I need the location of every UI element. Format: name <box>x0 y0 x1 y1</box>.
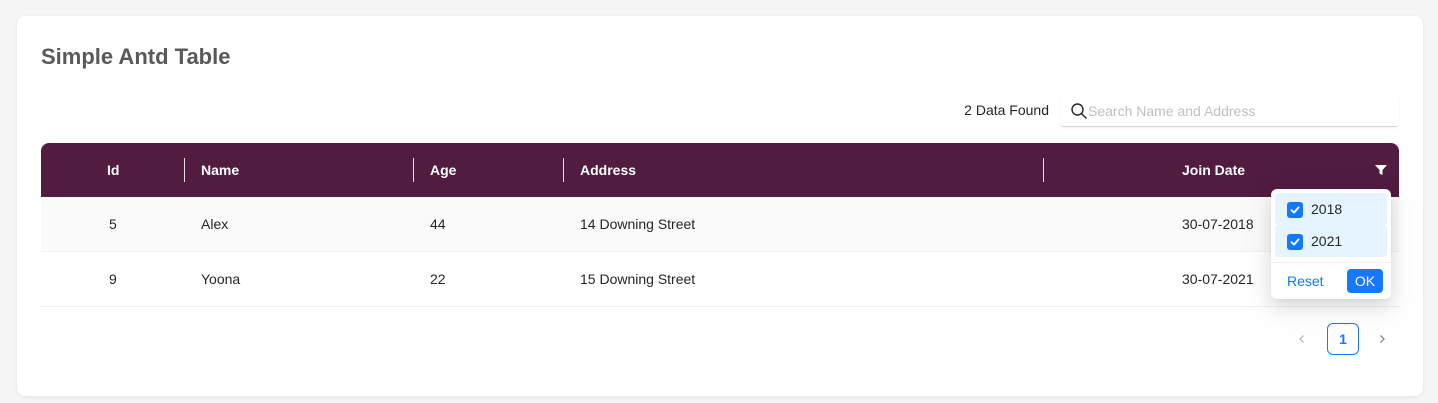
column-header-join-date[interactable]: Join Date <box>1182 143 1245 197</box>
pagination-next-button[interactable] <box>1366 323 1398 355</box>
column-header-id[interactable]: Id <box>107 143 119 197</box>
column-divider <box>1043 158 1044 182</box>
table-row[interactable]: 9 Yoona 22 15 Downing Street 30-07-2021 <box>41 252 1399 307</box>
pagination-prev-button[interactable] <box>1286 323 1318 355</box>
checkbox-checked[interactable] <box>1287 234 1303 250</box>
reset-button[interactable]: Reset <box>1287 271 1324 291</box>
filter-option-2018[interactable]: 2018 <box>1275 193 1387 225</box>
cell-age: 44 <box>430 216 446 232</box>
filter-option-label: 2018 <box>1311 201 1343 217</box>
cell-id: 9 <box>109 271 117 287</box>
filter-icon[interactable] <box>1374 163 1388 177</box>
column-header-address[interactable]: Address <box>580 143 636 197</box>
search-icon <box>1071 103 1087 119</box>
data-count-label: 2 Data Found <box>964 102 1049 118</box>
check-icon <box>1290 238 1300 246</box>
data-table: Id Name Age Address Join Date 5 Alex 44 … <box>41 143 1399 307</box>
search-input[interactable] <box>1088 100 1388 122</box>
table-card: Simple Antd Table 2 Data Found Id Name A… <box>17 16 1423 396</box>
ok-button[interactable]: OK <box>1347 269 1383 293</box>
filter-option-label: 2021 <box>1311 233 1343 249</box>
table-row[interactable]: 5 Alex 44 14 Downing Street 30-07-2018 <box>41 197 1399 252</box>
check-icon <box>1290 206 1300 214</box>
column-divider <box>563 158 564 182</box>
join-date-filter-dropdown: 2018 2021 Reset OK <box>1271 189 1391 299</box>
cell-name: Yoona <box>201 271 241 287</box>
page-title: Simple Antd Table <box>41 44 231 69</box>
checkbox-checked[interactable] <box>1287 202 1303 218</box>
cell-address: 14 Downing Street <box>580 216 696 232</box>
pagination-page-1[interactable]: 1 <box>1327 323 1359 355</box>
cell-age: 22 <box>430 271 446 287</box>
column-divider <box>184 158 185 182</box>
table-header: Id Name Age Address Join Date <box>41 143 1399 197</box>
dropdown-divider <box>1271 262 1391 263</box>
column-header-age[interactable]: Age <box>430 143 456 197</box>
cell-address: 15 Downing Street <box>580 271 696 287</box>
column-divider <box>413 158 414 182</box>
cell-name: Alex <box>201 216 229 232</box>
cell-id: 5 <box>109 216 117 232</box>
chevron-left-icon <box>1299 335 1304 343</box>
chevron-right-icon <box>1380 335 1385 343</box>
cell-join-date: 30-07-2021 <box>1182 271 1254 287</box>
filter-option-2021[interactable]: 2021 <box>1275 225 1387 257</box>
column-header-name[interactable]: Name <box>201 143 239 197</box>
cell-join-date: 30-07-2018 <box>1182 216 1254 232</box>
search-box[interactable] <box>1060 96 1399 127</box>
